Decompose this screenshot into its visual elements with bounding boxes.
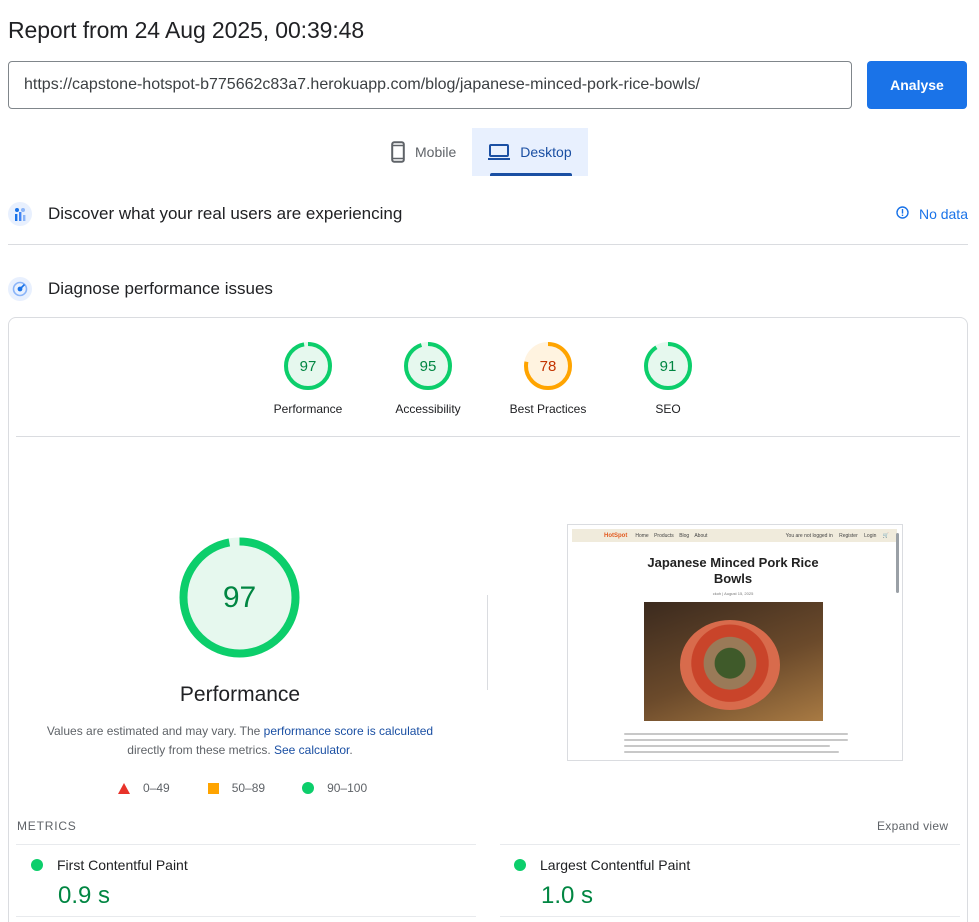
gauge-seo-score: 91 (660, 358, 677, 375)
gauges-divider (16, 436, 960, 437)
laptop-icon (488, 144, 511, 160)
vertical-separator (487, 595, 488, 690)
phone-icon (391, 141, 405, 163)
gauge-icon (8, 277, 32, 301)
no-data-link[interactable]: No data (896, 206, 968, 222)
tab-mobile[interactable]: Mobile (375, 128, 472, 176)
estimate-note-middle: directly from these metrics. (127, 743, 274, 757)
pass-status-icon (514, 859, 526, 871)
device-tabs: Mobile Desktop (375, 128, 588, 176)
preview-food-image (644, 602, 823, 721)
section-divider (8, 244, 968, 245)
metric-lcp-label: Largest Contentful Paint (540, 857, 691, 873)
tab-desktop-label: Desktop (520, 144, 572, 160)
preview-nav-link: About (694, 532, 708, 539)
no-data-label: No data (918, 206, 968, 222)
field-data-section: Discover what your real users are experi… (8, 201, 968, 227)
preview-nav-right: You are not logged in (785, 532, 833, 539)
preview-meta: ckoh | August 15, 2025 (712, 591, 754, 596)
tab-desktop[interactable]: Desktop (472, 128, 588, 176)
legend-fail-label: 0–49 (143, 781, 170, 795)
preview-scrollbar (896, 533, 899, 593)
metric-lcp-value: 1.0 s (541, 882, 594, 909)
gauge-performance-ring: 97 (284, 342, 332, 390)
gauge-performance-label: Performance (273, 402, 343, 416)
preview-navbar: HotSpot Home Products Blog About You are… (572, 529, 897, 542)
metric-fcp: First Contentful Paint 0.9 s (31, 857, 188, 910)
preview-bowl (680, 620, 780, 710)
url-input[interactable]: https://capstone-hotspot-b775662c83a7.he… (8, 61, 852, 109)
performance-big-score: 97 (223, 581, 256, 614)
preview-nav-link: Blog (679, 532, 690, 539)
diagnose-heading: Diagnose performance issues (48, 279, 273, 298)
metrics-heading: METRICS (17, 819, 77, 833)
analyse-button[interactable]: Analyse (867, 61, 967, 109)
gauge-accessibility-ring: 95 (404, 342, 452, 390)
field-data-heading: Discover what your real users are experi… (48, 204, 403, 223)
gauge-performance[interactable]: 97 Performance (248, 340, 368, 416)
pass-status-icon (31, 859, 43, 871)
expand-view-toggle[interactable]: Expand view (877, 819, 948, 833)
users-icon (8, 202, 32, 226)
legend-pass: 90–100 (302, 781, 367, 795)
tab-mobile-label: Mobile (415, 144, 457, 160)
score-calculated-link[interactable]: performance score is calculated (264, 724, 433, 738)
metric-divider (500, 916, 960, 917)
gauge-accessibility[interactable]: 95 Accessibility (368, 340, 488, 416)
cart-icon: 🛒 (882, 532, 889, 539)
preview-nav-link: Home (635, 532, 649, 539)
estimate-note-prefix: Values are estimated and may vary. The (46, 724, 264, 738)
preview-nav-link: Products (654, 532, 674, 539)
metric-divider (500, 844, 960, 845)
legend-average-label: 50–89 (231, 781, 266, 795)
legend-fail: 0–49 (118, 781, 170, 795)
page-title: Report from 24 Aug 2025, 00:39:48 (8, 17, 365, 43)
diagnose-section: Diagnose performance issues (8, 276, 968, 302)
estimate-note-suffix: . (349, 743, 353, 757)
info-icon (896, 206, 909, 222)
metric-divider (16, 916, 476, 917)
gauge-seo-ring: 91 (644, 342, 692, 390)
performance-big-label: Performance (179, 683, 301, 706)
active-tab-indicator (490, 173, 572, 176)
gauge-best-practices-label: Best Practices (509, 402, 587, 416)
final-screenshot[interactable]: HotSpot Home Products Blog About You are… (567, 524, 903, 761)
performance-big-gauge: 97 (179, 537, 300, 658)
preview-logo: HotSpot (604, 532, 628, 539)
preview-title: Japanese Minced Pork Rice Bowls (647, 555, 819, 586)
gauge-accessibility-label: Accessibility (395, 402, 461, 416)
square-icon (207, 782, 219, 794)
metric-fcp-value: 0.9 s (58, 882, 111, 909)
see-calculator-link[interactable]: See calculator (274, 743, 349, 757)
circle-icon (302, 782, 315, 794)
score-legend: 0–49 50–89 90–100 (118, 781, 367, 795)
triangle-icon (118, 782, 130, 794)
gauge-performance-score: 97 (300, 358, 317, 375)
gauge-accessibility-score: 95 (420, 358, 437, 375)
preview-nav-right: Register (839, 532, 858, 539)
gauge-seo[interactable]: 91 SEO (608, 340, 728, 416)
gauge-seo-label: SEO (655, 402, 681, 416)
metric-divider (16, 844, 476, 845)
legend-average: 50–89 (207, 781, 266, 795)
gauge-best-practices-score: 78 (540, 358, 557, 375)
metric-fcp-label: First Contentful Paint (57, 857, 188, 873)
metric-lcp: Largest Contentful Paint 1.0 s (514, 857, 690, 910)
gauge-best-practices-ring: 78 (524, 342, 572, 390)
legend-pass-label: 90–100 (327, 781, 368, 795)
gauge-best-practices[interactable]: 78 Best Practices (488, 340, 608, 416)
estimate-note: Values are estimated and may vary. The p… (30, 722, 450, 760)
preview-nav-right: Login (864, 532, 877, 539)
preview-body-text (624, 733, 848, 757)
